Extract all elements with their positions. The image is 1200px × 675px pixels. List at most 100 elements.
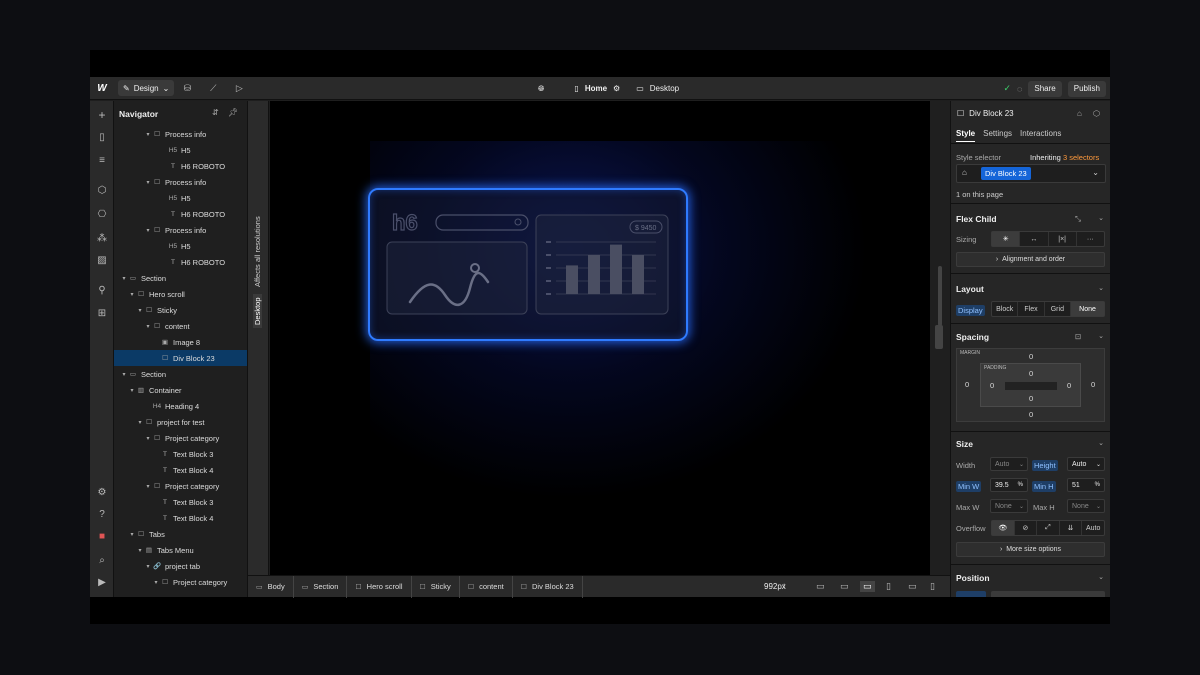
settings-gear-icon[interactable]: ⚙ <box>90 487 114 498</box>
navigator-item[interactable]: ▾ ▭ Section <box>114 366 247 382</box>
overflow-scroll-icon[interactable]: ⤢ <box>1037 521 1060 535</box>
position-label-partial[interactable] <box>956 591 986 597</box>
help-icon[interactable]: ? <box>90 509 114 520</box>
display-grid[interactable]: Grid <box>1045 302 1072 316</box>
caret-down-icon[interactable]: ▾ <box>128 531 136 538</box>
mobile-portrait-icon[interactable]: ▯ <box>930 581 935 592</box>
padding-top[interactable]: 0 <box>1029 369 1033 378</box>
large-desktop-icon[interactable]: ▭ <box>816 581 825 592</box>
components-cube-icon[interactable]: ⬡ <box>1093 109 1100 118</box>
sizing-grow-icon[interactable]: ↔ <box>1020 232 1049 246</box>
caret-down-icon[interactable]: ▾ <box>136 547 144 554</box>
chevron-down-icon[interactable]: ⌄ <box>1098 284 1104 292</box>
tab-interactions[interactable]: Interactions <box>1020 129 1061 142</box>
breadcrumb-item[interactable]: ☐ Hero scroll <box>347 575 412 598</box>
cms-icon[interactable]: ⎔ <box>90 209 114 220</box>
navigator-item[interactable]: ▾ ☐ Process info <box>114 126 247 142</box>
position-title[interactable]: Position <box>956 573 990 583</box>
caret-down-icon[interactable]: ▾ <box>120 275 128 282</box>
webflow-logo[interactable]: W <box>90 77 114 100</box>
record-icon[interactable]: ■ <box>90 531 114 542</box>
spacing-preset-icon[interactable]: ⊡ <box>1075 332 1081 341</box>
inheriting-count[interactable]: 3 selectors <box>1063 153 1099 162</box>
margin-bottom[interactable]: 0 <box>1029 410 1033 419</box>
database-icon[interactable]: ⛁ <box>174 83 200 94</box>
navigator-item[interactable]: ▾ ☐ Project category <box>114 574 247 590</box>
gear-icon[interactable]: ⚙ <box>613 84 620 93</box>
display-label[interactable]: Display <box>956 305 985 316</box>
navigator-item[interactable]: T H6 ROBOTO <box>114 206 247 222</box>
navigator-item[interactable]: ▾ ☐ content <box>114 318 247 334</box>
navigator-item[interactable]: ▾ ☐ Hero scroll <box>114 286 247 302</box>
padding-bottom[interactable]: 0 <box>1029 394 1033 403</box>
display-flex[interactable]: Flex <box>1018 302 1045 316</box>
navigator-item[interactable]: T Text Block 3 <box>114 494 247 510</box>
max-height-field[interactable]: None ⌄ <box>1067 499 1105 513</box>
caret-down-icon[interactable]: ▾ <box>152 579 160 586</box>
padding-right[interactable]: 0 <box>1067 381 1071 390</box>
expand-icon[interactable]: ⤡ <box>1075 214 1081 224</box>
size-title[interactable]: Size <box>956 439 973 449</box>
caret-down-icon[interactable]: ▾ <box>144 435 152 442</box>
padding-left[interactable]: 0 <box>990 381 994 390</box>
breadcrumb-item[interactable]: ▭ Section <box>294 575 348 598</box>
apps-grid-icon[interactable]: ⊞ <box>90 308 114 319</box>
publish-button[interactable]: Publish <box>1067 80 1106 97</box>
caret-down-icon[interactable]: ▾ <box>144 179 152 186</box>
caret-down-icon[interactable]: ▾ <box>136 419 144 426</box>
sizing-toggle[interactable]: ✳ ↔ |×| ··· <box>991 231 1105 247</box>
width-adjust-icon[interactable]: ↕ <box>782 581 786 590</box>
breadcrumb-item[interactable]: ☐ content <box>460 575 513 598</box>
analytics-icon[interactable]: ⟋ <box>200 83 226 94</box>
overflow-auto[interactable]: Auto <box>1082 521 1104 535</box>
chevron-down-icon[interactable]: ⌄ <box>1098 439 1104 447</box>
min-height-field[interactable]: 51% <box>1067 478 1105 492</box>
width-field[interactable]: Auto ⌄ <box>990 457 1028 471</box>
navigator-item[interactable]: ▾ ▥ Container <box>114 382 247 398</box>
navigator-item[interactable]: T H6 ROBOTO <box>114 254 247 270</box>
sizing-more-icon[interactable]: ··· <box>1077 232 1104 246</box>
navigator-item[interactable]: ▾ ▭ Section <box>114 270 247 286</box>
navigator-item[interactable]: ▾ ☐ Project category <box>114 478 247 494</box>
min-height-label[interactable]: Min H <box>1032 481 1056 492</box>
navigator-item[interactable]: ▾ 🔗 project tab <box>114 558 247 574</box>
share-button[interactable]: Share <box>1028 80 1062 97</box>
components-icon[interactable]: ⬡ <box>90 185 114 196</box>
navigator-item[interactable]: H4 Heading 4 <box>114 398 247 414</box>
mobile-landscape-icon[interactable]: ▭ <box>908 581 917 592</box>
chevron-down-icon[interactable]: ⌄ <box>1098 332 1104 340</box>
caret-down-icon[interactable]: ▾ <box>144 131 152 138</box>
tab-settings[interactable]: Settings <box>983 129 1012 142</box>
min-width-label[interactable]: Min W <box>956 481 982 492</box>
caret-down-icon[interactable]: ▾ <box>128 291 136 298</box>
height-label[interactable]: Height <box>1032 460 1058 471</box>
globe-icon[interactable]: 🌐︎ <box>538 84 544 94</box>
caret-down-icon[interactable]: ▾ <box>128 387 136 394</box>
layout-title[interactable]: Layout <box>956 284 984 294</box>
symbol-icon[interactable]: ⌂ <box>1077 109 1082 118</box>
selector-field[interactable]: ⌂ Div Block 23 ⌄ <box>956 164 1106 183</box>
navigator-item[interactable]: T Text Block 3 <box>114 446 247 462</box>
min-width-field[interactable]: 39.5% <box>990 478 1028 492</box>
sizing-none-icon[interactable]: |×| <box>1049 232 1077 246</box>
margin-top[interactable]: 0 <box>1029 352 1033 361</box>
navigator-item[interactable]: ▾ ☐ project for test <box>114 414 247 430</box>
preview-play-icon[interactable]: ▷ <box>226 83 252 94</box>
breadcrumb-item[interactable]: ☐ Sticky <box>412 575 460 598</box>
navigator-item[interactable]: ▣ Image 8 <box>114 334 247 350</box>
desktop-tab[interactable]: Desktop <box>253 294 262 328</box>
navigator-item[interactable]: ▾ ☐ Process info <box>114 222 247 238</box>
alignment-order-button[interactable]: › Alignment and order <box>956 252 1105 267</box>
add-element-icon[interactable]: + <box>90 108 114 122</box>
breadcrumb-item[interactable]: ▭ Body <box>248 575 294 598</box>
height-field[interactable]: Auto ⌄ <box>1067 457 1105 471</box>
navigator-item[interactable]: ▾ ☐ Process info <box>114 174 247 190</box>
div-block-23-card[interactable]: h6 $ 9450 <box>368 188 688 341</box>
panel-resize-handle[interactable] <box>935 325 943 349</box>
navigator-item[interactable]: T Text Block 4 <box>114 510 247 526</box>
navigator-item[interactable]: H5 H5 <box>114 190 247 206</box>
desktop-icon[interactable]: ▭ <box>840 581 849 592</box>
video-icon[interactable]: ▶ <box>90 577 114 588</box>
flex-child-title[interactable]: Flex Child <box>956 214 997 224</box>
search-icon[interactable]: ⌕ <box>90 555 114 566</box>
